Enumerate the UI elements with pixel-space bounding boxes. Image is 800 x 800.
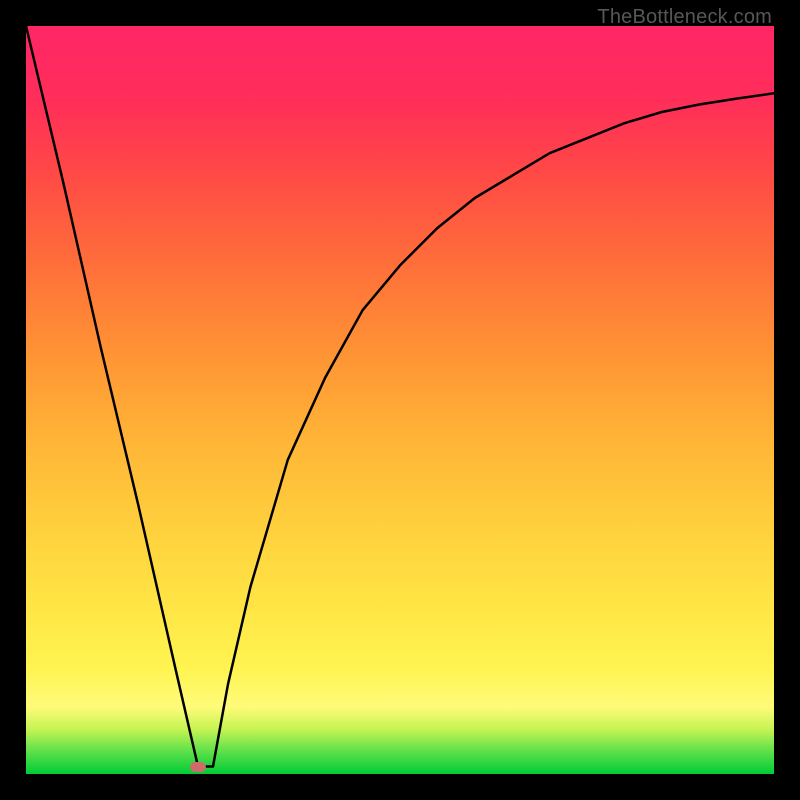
watermark-text: TheBottleneck.com (597, 6, 772, 29)
plot-frame (26, 26, 774, 774)
bottleneck-curve (26, 26, 774, 774)
minimum-marker (190, 762, 206, 772)
